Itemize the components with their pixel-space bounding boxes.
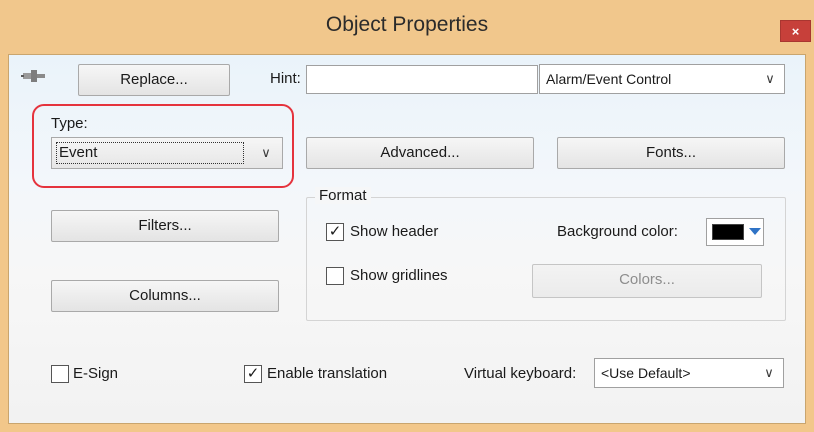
fonts-button[interactable]: Fonts... bbox=[557, 137, 785, 169]
chevron-down-icon: ∨ bbox=[764, 365, 774, 380]
advanced-button[interactable]: Advanced... bbox=[306, 137, 534, 169]
type-label: Type: bbox=[51, 115, 88, 132]
format-groupbox bbox=[306, 197, 786, 321]
show-gridlines-checkbox[interactable] bbox=[326, 267, 344, 285]
type-value: Event bbox=[56, 142, 244, 164]
window-title: Object Properties bbox=[325, 13, 489, 36]
hint-label: Hint: bbox=[270, 70, 301, 87]
chevron-down-icon: ∨ bbox=[765, 71, 775, 86]
filters-button[interactable]: Filters... bbox=[51, 210, 279, 242]
type-select[interactable]: Event ∨ bbox=[51, 137, 283, 169]
show-header-checkbox[interactable]: ✓ bbox=[326, 223, 344, 241]
object-properties-window: Object Properties × Replace... Hint: Ala… bbox=[0, 0, 814, 432]
color-swatch bbox=[712, 224, 744, 240]
dropdown-arrow-icon bbox=[749, 228, 761, 235]
hint-input[interactable] bbox=[306, 65, 538, 94]
virtual-keyboard-select[interactable]: <Use Default> ∨ bbox=[594, 358, 784, 388]
enable-translation-label: Enable translation bbox=[267, 365, 388, 382]
object-type-select[interactable]: Alarm/Event Control ∨ bbox=[539, 64, 785, 94]
pushpin-icon[interactable] bbox=[21, 65, 47, 87]
background-color-picker[interactable] bbox=[706, 218, 764, 246]
object-type-value: Alarm/Event Control bbox=[546, 71, 672, 87]
replace-button[interactable]: Replace... bbox=[78, 64, 230, 96]
columns-button[interactable]: Columns... bbox=[51, 280, 279, 312]
title-bar[interactable]: Object Properties × bbox=[0, 0, 814, 54]
show-header-label: Show header bbox=[350, 223, 439, 240]
esign-label: E-Sign bbox=[73, 365, 119, 382]
virtual-keyboard-value: <Use Default> bbox=[601, 365, 691, 381]
chevron-down-icon: ∨ bbox=[261, 145, 271, 160]
esign-checkbox[interactable] bbox=[51, 365, 69, 383]
format-group-title: Format bbox=[315, 187, 371, 204]
virtual-keyboard-label: Virtual keyboard: bbox=[464, 365, 577, 382]
show-gridlines-label: Show gridlines bbox=[350, 267, 448, 284]
colors-button[interactable]: Colors... bbox=[532, 264, 762, 298]
background-color-label: Background color: bbox=[557, 223, 678, 240]
enable-translation-checkbox[interactable]: ✓ bbox=[244, 365, 262, 383]
close-button[interactable]: × bbox=[780, 20, 811, 42]
